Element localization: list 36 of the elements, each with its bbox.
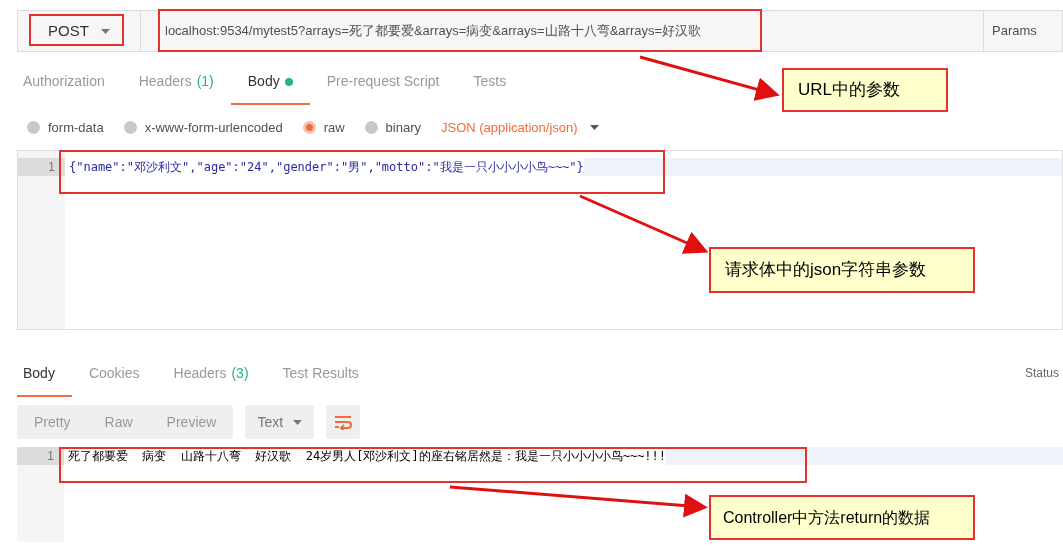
radio-button[interactable] (302, 121, 316, 134)
view-mode-button[interactable]: Preview (149, 405, 234, 439)
line-number: 1 (17, 447, 64, 465)
radio-option[interactable]: form-data (27, 117, 104, 138)
radio-option[interactable]: raw (302, 117, 345, 138)
tab[interactable]: Authorization (17, 60, 122, 105)
tab[interactable]: Headers (1) (121, 60, 231, 105)
radio-option[interactable]: binary (364, 117, 421, 138)
tab[interactable]: Cookies (71, 352, 157, 397)
caret-icon (293, 419, 303, 425)
callout-note: URL中的参数 (782, 68, 948, 112)
radio-button[interactable] (364, 121, 378, 134)
response-text: 死了都要爱 病变 山路十八弯 好汉歌 24岁男人[邓沙利文]的座右铭居然是：我是一只小小小小鸟~~~!!! (67, 448, 667, 465)
content-type-dropdown[interactable]: JSON (application/json) (441, 117, 599, 138)
wrap-button[interactable] (326, 405, 361, 439)
line-number: 1 (18, 158, 65, 176)
format-dropdown[interactable]: Text (245, 405, 315, 439)
tab[interactable]: Body (17, 352, 72, 397)
view-mode-button[interactable]: Raw (87, 405, 150, 439)
tab[interactable]: Pre-request Script (309, 60, 457, 105)
view-mode-button[interactable]: Pretty (17, 405, 88, 439)
tab[interactable]: Body (230, 60, 310, 105)
tab[interactable]: Headers (3) (156, 352, 266, 397)
radio-button[interactable] (123, 121, 137, 134)
caret-icon (100, 28, 110, 34)
callout-note: Controller中方法return的数据 (709, 495, 975, 540)
wrap-lines-icon (333, 414, 354, 430)
radio-button[interactable] (27, 121, 40, 134)
json-code: {"name":"邓沙利文","age":"24","gender":"男","motto":"我是一只小小小小鸟~~~"} (68, 159, 584, 176)
tab[interactable]: Tests (456, 60, 524, 105)
callout-note: 请求体中的json字符串参数 (709, 247, 975, 293)
params-button[interactable]: Params (984, 11, 1062, 51)
radio-option[interactable]: x-www-form-urlencoded (123, 117, 283, 138)
status-label: Status (1024, 365, 1059, 382)
caret-icon (589, 125, 599, 130)
tab[interactable]: Test Results (265, 352, 376, 397)
